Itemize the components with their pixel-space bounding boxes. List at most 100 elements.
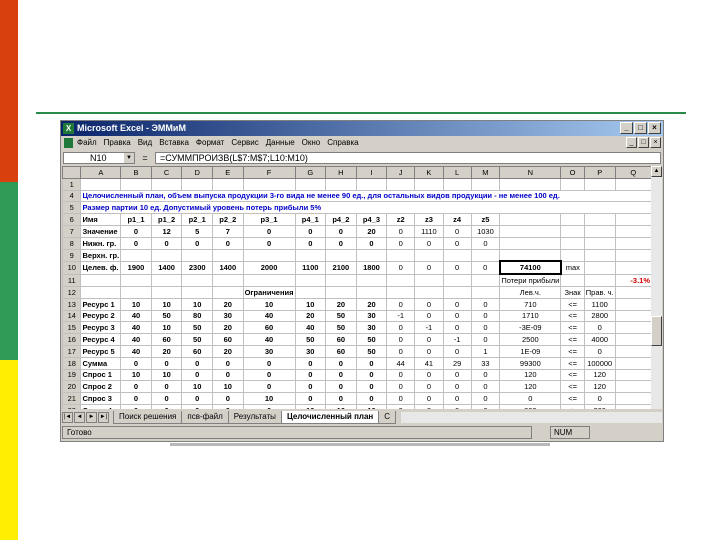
cell[interactable] — [212, 285, 244, 299]
menu-item[interactable]: Окно — [302, 136, 321, 150]
cell[interactable]: Знак — [560, 285, 585, 299]
cell[interactable]: 0 — [355, 392, 388, 405]
cell[interactable]: 20 — [355, 224, 388, 238]
cell[interactable]: 0 — [386, 380, 416, 394]
cell[interactable] — [614, 236, 652, 250]
cell[interactable]: 10 — [212, 380, 244, 394]
cell[interactable] — [614, 403, 652, 409]
cell[interactable]: 50 — [181, 333, 213, 346]
selected-cell[interactable]: 74100 — [498, 260, 562, 276]
cell[interactable] — [294, 177, 327, 191]
first-sheet-icon[interactable]: |◄ — [62, 412, 73, 423]
cell[interactable]: 0 — [325, 224, 357, 238]
cell[interactable]: 50 — [355, 344, 388, 358]
cell[interactable] — [120, 248, 152, 262]
cell[interactable]: Ограничения — [242, 285, 296, 299]
cell[interactable]: Целочисленный план, объем выпуска продук… — [80, 189, 652, 203]
cell[interactable]: 1400 — [150, 260, 183, 275]
menu-item[interactable]: Формат — [196, 136, 224, 150]
cell[interactable]: 0 — [212, 236, 244, 250]
cell[interactable]: 2500 — [499, 333, 562, 346]
cell[interactable]: 0 — [181, 356, 213, 370]
cell[interactable]: Ресурс 3 — [80, 321, 122, 335]
cell[interactable]: 710 — [499, 297, 562, 311]
cell[interactable] — [386, 273, 416, 287]
row-header[interactable]: 19 — [62, 368, 82, 382]
cell[interactable]: 0 — [212, 403, 244, 409]
cell[interactable]: 0 — [242, 356, 296, 370]
cell[interactable]: 0 — [470, 380, 501, 394]
cell[interactable]: 0 — [150, 356, 183, 370]
row-header[interactable]: 1 — [62, 177, 82, 191]
cell[interactable]: 0 — [414, 368, 444, 382]
cell[interactable]: 0 — [294, 392, 327, 405]
cell[interactable]: 0 — [414, 309, 444, 323]
cell[interactable]: <= — [560, 368, 585, 382]
cell[interactable]: 0 — [414, 260, 444, 275]
cell[interactable]: 10 — [120, 297, 152, 311]
row-header[interactable]: 11 — [62, 273, 82, 287]
menu-item[interactable]: Данные — [266, 136, 295, 150]
cell[interactable]: 7 — [212, 224, 244, 238]
cell[interactable]: 0 — [181, 368, 213, 382]
cell[interactable]: 0 — [325, 392, 357, 405]
cell[interactable] — [560, 273, 585, 287]
cell[interactable]: 60 — [325, 333, 357, 346]
cell[interactable] — [614, 285, 652, 299]
cell[interactable] — [442, 177, 472, 191]
cell[interactable] — [120, 273, 152, 287]
cell[interactable]: 0 — [470, 333, 501, 346]
doc-minimize-button[interactable]: _ — [626, 137, 637, 148]
cell[interactable]: 0 — [442, 344, 472, 358]
cell[interactable]: 0 — [325, 356, 357, 370]
cell[interactable] — [499, 224, 562, 238]
cell[interactable]: 0 — [325, 236, 357, 250]
cell[interactable] — [120, 285, 152, 299]
cell[interactable]: Потери прибыли — [499, 273, 562, 287]
cell[interactable] — [181, 248, 213, 262]
cell[interactable]: 200 — [499, 403, 562, 409]
cell[interactable]: 0 — [386, 321, 416, 335]
cell[interactable]: 10 — [150, 321, 183, 335]
cell[interactable]: 40 — [120, 309, 152, 323]
cell[interactable]: 0 — [442, 309, 472, 323]
cell[interactable]: 0 — [442, 297, 472, 311]
cell[interactable]: 30 — [355, 309, 388, 323]
cell[interactable]: 0 — [386, 344, 416, 358]
cell[interactable] — [414, 273, 444, 287]
column-header[interactable]: E — [212, 166, 244, 179]
column-header[interactable]: B — [120, 166, 152, 179]
cell[interactable] — [499, 213, 562, 226]
cell[interactable]: p2_2 — [212, 213, 244, 226]
cell[interactable] — [614, 177, 652, 191]
cell[interactable]: 0 — [583, 344, 616, 358]
cell[interactable] — [242, 273, 296, 287]
cell[interactable]: max — [560, 260, 585, 275]
cell[interactable]: -3.1% — [614, 273, 652, 287]
cell[interactable] — [355, 177, 388, 191]
cell[interactable] — [294, 273, 327, 287]
cell[interactable]: 0 — [414, 403, 444, 409]
row-header[interactable]: 7 — [62, 224, 82, 238]
column-header[interactable]: J — [386, 166, 416, 179]
cell[interactable]: <= — [560, 333, 585, 346]
row-header[interactable]: 8 — [62, 236, 82, 250]
next-sheet-icon[interactable]: ► — [86, 412, 97, 423]
cell[interactable] — [414, 285, 444, 299]
cell[interactable]: 10 — [181, 380, 213, 394]
cell[interactable]: p1_2 — [150, 213, 183, 226]
cell[interactable] — [150, 248, 183, 262]
cell[interactable] — [470, 285, 501, 299]
cell[interactable]: 20 — [212, 321, 244, 335]
cell[interactable] — [470, 248, 501, 262]
cell[interactable]: 0 — [120, 356, 152, 370]
cell[interactable] — [355, 273, 388, 287]
cell[interactable] — [355, 248, 388, 262]
chevron-down-icon[interactable]: ▼ — [124, 152, 134, 163]
close-button[interactable]: × — [648, 122, 661, 134]
cell[interactable]: 0 — [442, 380, 472, 394]
cell[interactable]: 0 — [442, 224, 472, 238]
cell[interactable]: <= — [560, 309, 585, 323]
cell[interactable]: 0 — [470, 403, 501, 409]
cell[interactable]: p4_1 — [294, 213, 327, 226]
